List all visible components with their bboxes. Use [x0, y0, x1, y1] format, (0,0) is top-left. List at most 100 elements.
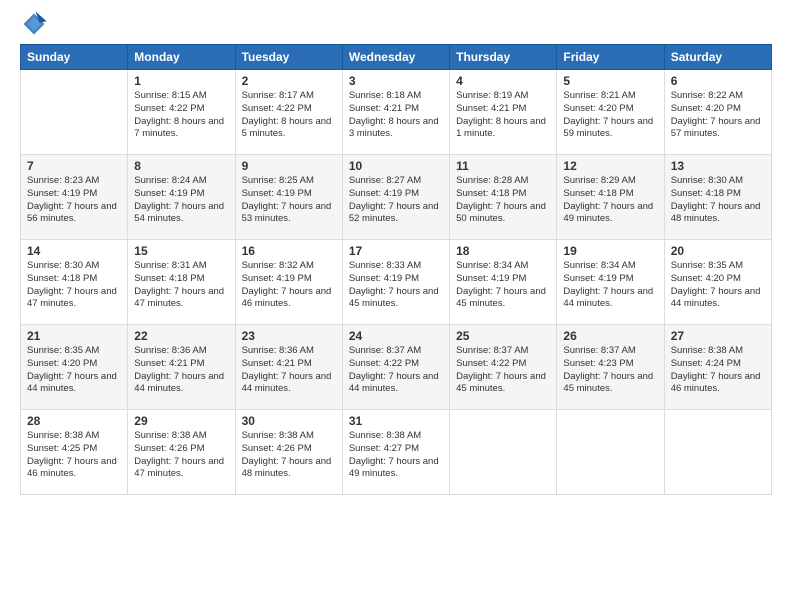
- day-cell: 25 Sunrise: 8:37 AMSunset: 4:22 PMDayligh…: [450, 325, 557, 410]
- day-info: Sunrise: 8:38 AMSunset: 4:25 PMDaylight:…: [27, 430, 121, 481]
- weekday-header-tuesday: Tuesday: [235, 45, 342, 70]
- day-number: 11: [456, 159, 550, 173]
- day-info: Sunrise: 8:36 AMSunset: 4:21 PMDaylight:…: [134, 345, 228, 396]
- day-number: 12: [563, 159, 657, 173]
- week-row-4: 21Sunrise: 8:35 AMSunset: 4:20 PMDayligh…: [21, 325, 772, 410]
- day-info: Sunrise: 8:30 AMSunset: 4:18 PMDaylight:…: [27, 260, 121, 311]
- logo: [20, 10, 52, 38]
- weekday-header-wednesday: Wednesday: [342, 45, 449, 70]
- day-cell: 31 Sunrise: 8:38 AMSunset: 4:27 PMDayligh…: [342, 410, 449, 495]
- day-info: Sunrise: 8:19 AMSunset: 4:21 PMDaylight:…: [456, 90, 550, 141]
- day-info: Sunrise: 8:32 AMSunset: 4:19 PMDaylight:…: [242, 260, 336, 311]
- day-info: Sunrise: 8:25 AMSunset: 4:19 PMDaylight:…: [242, 175, 336, 226]
- day-info: Sunrise: 8:38 AMSunset: 4:24 PMDaylight:…: [671, 345, 765, 396]
- day-cell: 21Sunrise: 8:35 AMSunset: 4:20 PMDayligh…: [21, 325, 128, 410]
- day-cell: 30 Sunrise: 8:38 AMSunset: 4:26 PMDayligh…: [235, 410, 342, 495]
- day-cell: 12 Sunrise: 8:29 AMSunset: 4:18 PMDayligh…: [557, 155, 664, 240]
- weekday-header-row: SundayMondayTuesdayWednesdayThursdayFrid…: [21, 45, 772, 70]
- day-cell: 1 Sunrise: 8:15 AMSunset: 4:22 PMDaylight…: [128, 70, 235, 155]
- weekday-header-monday: Monday: [128, 45, 235, 70]
- day-number: 23: [242, 329, 336, 343]
- day-info: Sunrise: 8:18 AMSunset: 4:21 PMDaylight:…: [349, 90, 443, 141]
- day-number: 30: [242, 414, 336, 428]
- day-number: 6: [671, 74, 765, 88]
- day-cell: 29 Sunrise: 8:38 AMSunset: 4:26 PMDayligh…: [128, 410, 235, 495]
- day-number: 22: [134, 329, 228, 343]
- day-cell: 19Sunrise: 8:34 AMSunset: 4:19 PMDayligh…: [557, 240, 664, 325]
- day-number: 10: [349, 159, 443, 173]
- day-info: Sunrise: 8:22 AMSunset: 4:20 PMDaylight:…: [671, 90, 765, 141]
- day-number: 27: [671, 329, 765, 343]
- weekday-header-saturday: Saturday: [664, 45, 771, 70]
- day-info: Sunrise: 8:36 AMSunset: 4:21 PMDaylight:…: [242, 345, 336, 396]
- day-cell: 8 Sunrise: 8:24 AMSunset: 4:19 PMDaylight…: [128, 155, 235, 240]
- day-cell: 10 Sunrise: 8:27 AMSunset: 4:19 PMDayligh…: [342, 155, 449, 240]
- day-number: 7: [27, 159, 121, 173]
- day-info: Sunrise: 8:38 AMSunset: 4:27 PMDaylight:…: [349, 430, 443, 481]
- day-cell: 13 Sunrise: 8:30 AMSunset: 4:18 PMDayligh…: [664, 155, 771, 240]
- day-info: Sunrise: 8:30 AMSunset: 4:18 PMDaylight:…: [671, 175, 765, 226]
- day-number: 14: [27, 244, 121, 258]
- day-number: 9: [242, 159, 336, 173]
- header: [20, 10, 772, 38]
- day-cell: 6 Sunrise: 8:22 AMSunset: 4:20 PMDaylight…: [664, 70, 771, 155]
- day-info: Sunrise: 8:34 AMSunset: 4:19 PMDaylight:…: [563, 260, 657, 311]
- week-row-2: 7 Sunrise: 8:23 AMSunset: 4:19 PMDaylight…: [21, 155, 772, 240]
- day-cell: [21, 70, 128, 155]
- day-info: Sunrise: 8:38 AMSunset: 4:26 PMDaylight:…: [134, 430, 228, 481]
- day-cell: 2 Sunrise: 8:17 AMSunset: 4:22 PMDaylight…: [235, 70, 342, 155]
- day-info: Sunrise: 8:38 AMSunset: 4:26 PMDaylight:…: [242, 430, 336, 481]
- day-number: 5: [563, 74, 657, 88]
- day-number: 20: [671, 244, 765, 258]
- day-number: 29: [134, 414, 228, 428]
- logo-icon: [20, 10, 48, 38]
- day-info: Sunrise: 8:17 AMSunset: 4:22 PMDaylight:…: [242, 90, 336, 141]
- day-cell: 20 Sunrise: 8:35 AMSunset: 4:20 PMDayligh…: [664, 240, 771, 325]
- day-info: Sunrise: 8:21 AMSunset: 4:20 PMDaylight:…: [563, 90, 657, 141]
- day-cell: 5 Sunrise: 8:21 AMSunset: 4:20 PMDaylight…: [557, 70, 664, 155]
- day-cell: [664, 410, 771, 495]
- day-info: Sunrise: 8:33 AMSunset: 4:19 PMDaylight:…: [349, 260, 443, 311]
- day-number: 2: [242, 74, 336, 88]
- weekday-header-thursday: Thursday: [450, 45, 557, 70]
- day-cell: 3 Sunrise: 8:18 AMSunset: 4:21 PMDaylight…: [342, 70, 449, 155]
- page: SundayMondayTuesdayWednesdayThursdayFrid…: [0, 0, 792, 612]
- day-info: Sunrise: 8:37 AMSunset: 4:23 PMDaylight:…: [563, 345, 657, 396]
- day-number: 1: [134, 74, 228, 88]
- day-info: Sunrise: 8:24 AMSunset: 4:19 PMDaylight:…: [134, 175, 228, 226]
- day-cell: 23 Sunrise: 8:36 AMSunset: 4:21 PMDayligh…: [235, 325, 342, 410]
- day-cell: 26 Sunrise: 8:37 AMSunset: 4:23 PMDayligh…: [557, 325, 664, 410]
- day-cell: 11 Sunrise: 8:28 AMSunset: 4:18 PMDayligh…: [450, 155, 557, 240]
- day-info: Sunrise: 8:27 AMSunset: 4:19 PMDaylight:…: [349, 175, 443, 226]
- day-cell: 4Sunrise: 8:19 AMSunset: 4:21 PMDaylight…: [450, 70, 557, 155]
- day-number: 26: [563, 329, 657, 343]
- day-info: Sunrise: 8:35 AMSunset: 4:20 PMDaylight:…: [671, 260, 765, 311]
- day-cell: 22 Sunrise: 8:36 AMSunset: 4:21 PMDayligh…: [128, 325, 235, 410]
- day-number: 25: [456, 329, 550, 343]
- day-number: 3: [349, 74, 443, 88]
- day-number: 31: [349, 414, 443, 428]
- day-cell: 16 Sunrise: 8:32 AMSunset: 4:19 PMDayligh…: [235, 240, 342, 325]
- day-number: 18: [456, 244, 550, 258]
- day-info: Sunrise: 8:34 AMSunset: 4:19 PMDaylight:…: [456, 260, 550, 311]
- calendar-table: SundayMondayTuesdayWednesdayThursdayFrid…: [20, 44, 772, 495]
- weekday-header-friday: Friday: [557, 45, 664, 70]
- day-cell: 15Sunrise: 8:31 AMSunset: 4:18 PMDayligh…: [128, 240, 235, 325]
- day-number: 13: [671, 159, 765, 173]
- day-cell: 14 Sunrise: 8:30 AMSunset: 4:18 PMDayligh…: [21, 240, 128, 325]
- day-info: Sunrise: 8:29 AMSunset: 4:18 PMDaylight:…: [563, 175, 657, 226]
- day-cell: 27 Sunrise: 8:38 AMSunset: 4:24 PMDayligh…: [664, 325, 771, 410]
- day-number: 8: [134, 159, 228, 173]
- weekday-header-sunday: Sunday: [21, 45, 128, 70]
- day-cell: 7 Sunrise: 8:23 AMSunset: 4:19 PMDaylight…: [21, 155, 128, 240]
- day-cell: 17 Sunrise: 8:33 AMSunset: 4:19 PMDayligh…: [342, 240, 449, 325]
- day-info: Sunrise: 8:15 AMSunset: 4:22 PMDaylight:…: [134, 90, 228, 141]
- day-number: 16: [242, 244, 336, 258]
- day-number: 17: [349, 244, 443, 258]
- day-cell: 18 Sunrise: 8:34 AMSunset: 4:19 PMDayligh…: [450, 240, 557, 325]
- day-info: Sunrise: 8:37 AMSunset: 4:22 PMDaylight:…: [456, 345, 550, 396]
- day-info: Sunrise: 8:28 AMSunset: 4:18 PMDaylight:…: [456, 175, 550, 226]
- day-info: Sunrise: 8:37 AMSunset: 4:22 PMDaylight:…: [349, 345, 443, 396]
- day-info: Sunrise: 8:31 AMSunset: 4:18 PMDaylight:…: [134, 260, 228, 311]
- day-info: Sunrise: 8:23 AMSunset: 4:19 PMDaylight:…: [27, 175, 121, 226]
